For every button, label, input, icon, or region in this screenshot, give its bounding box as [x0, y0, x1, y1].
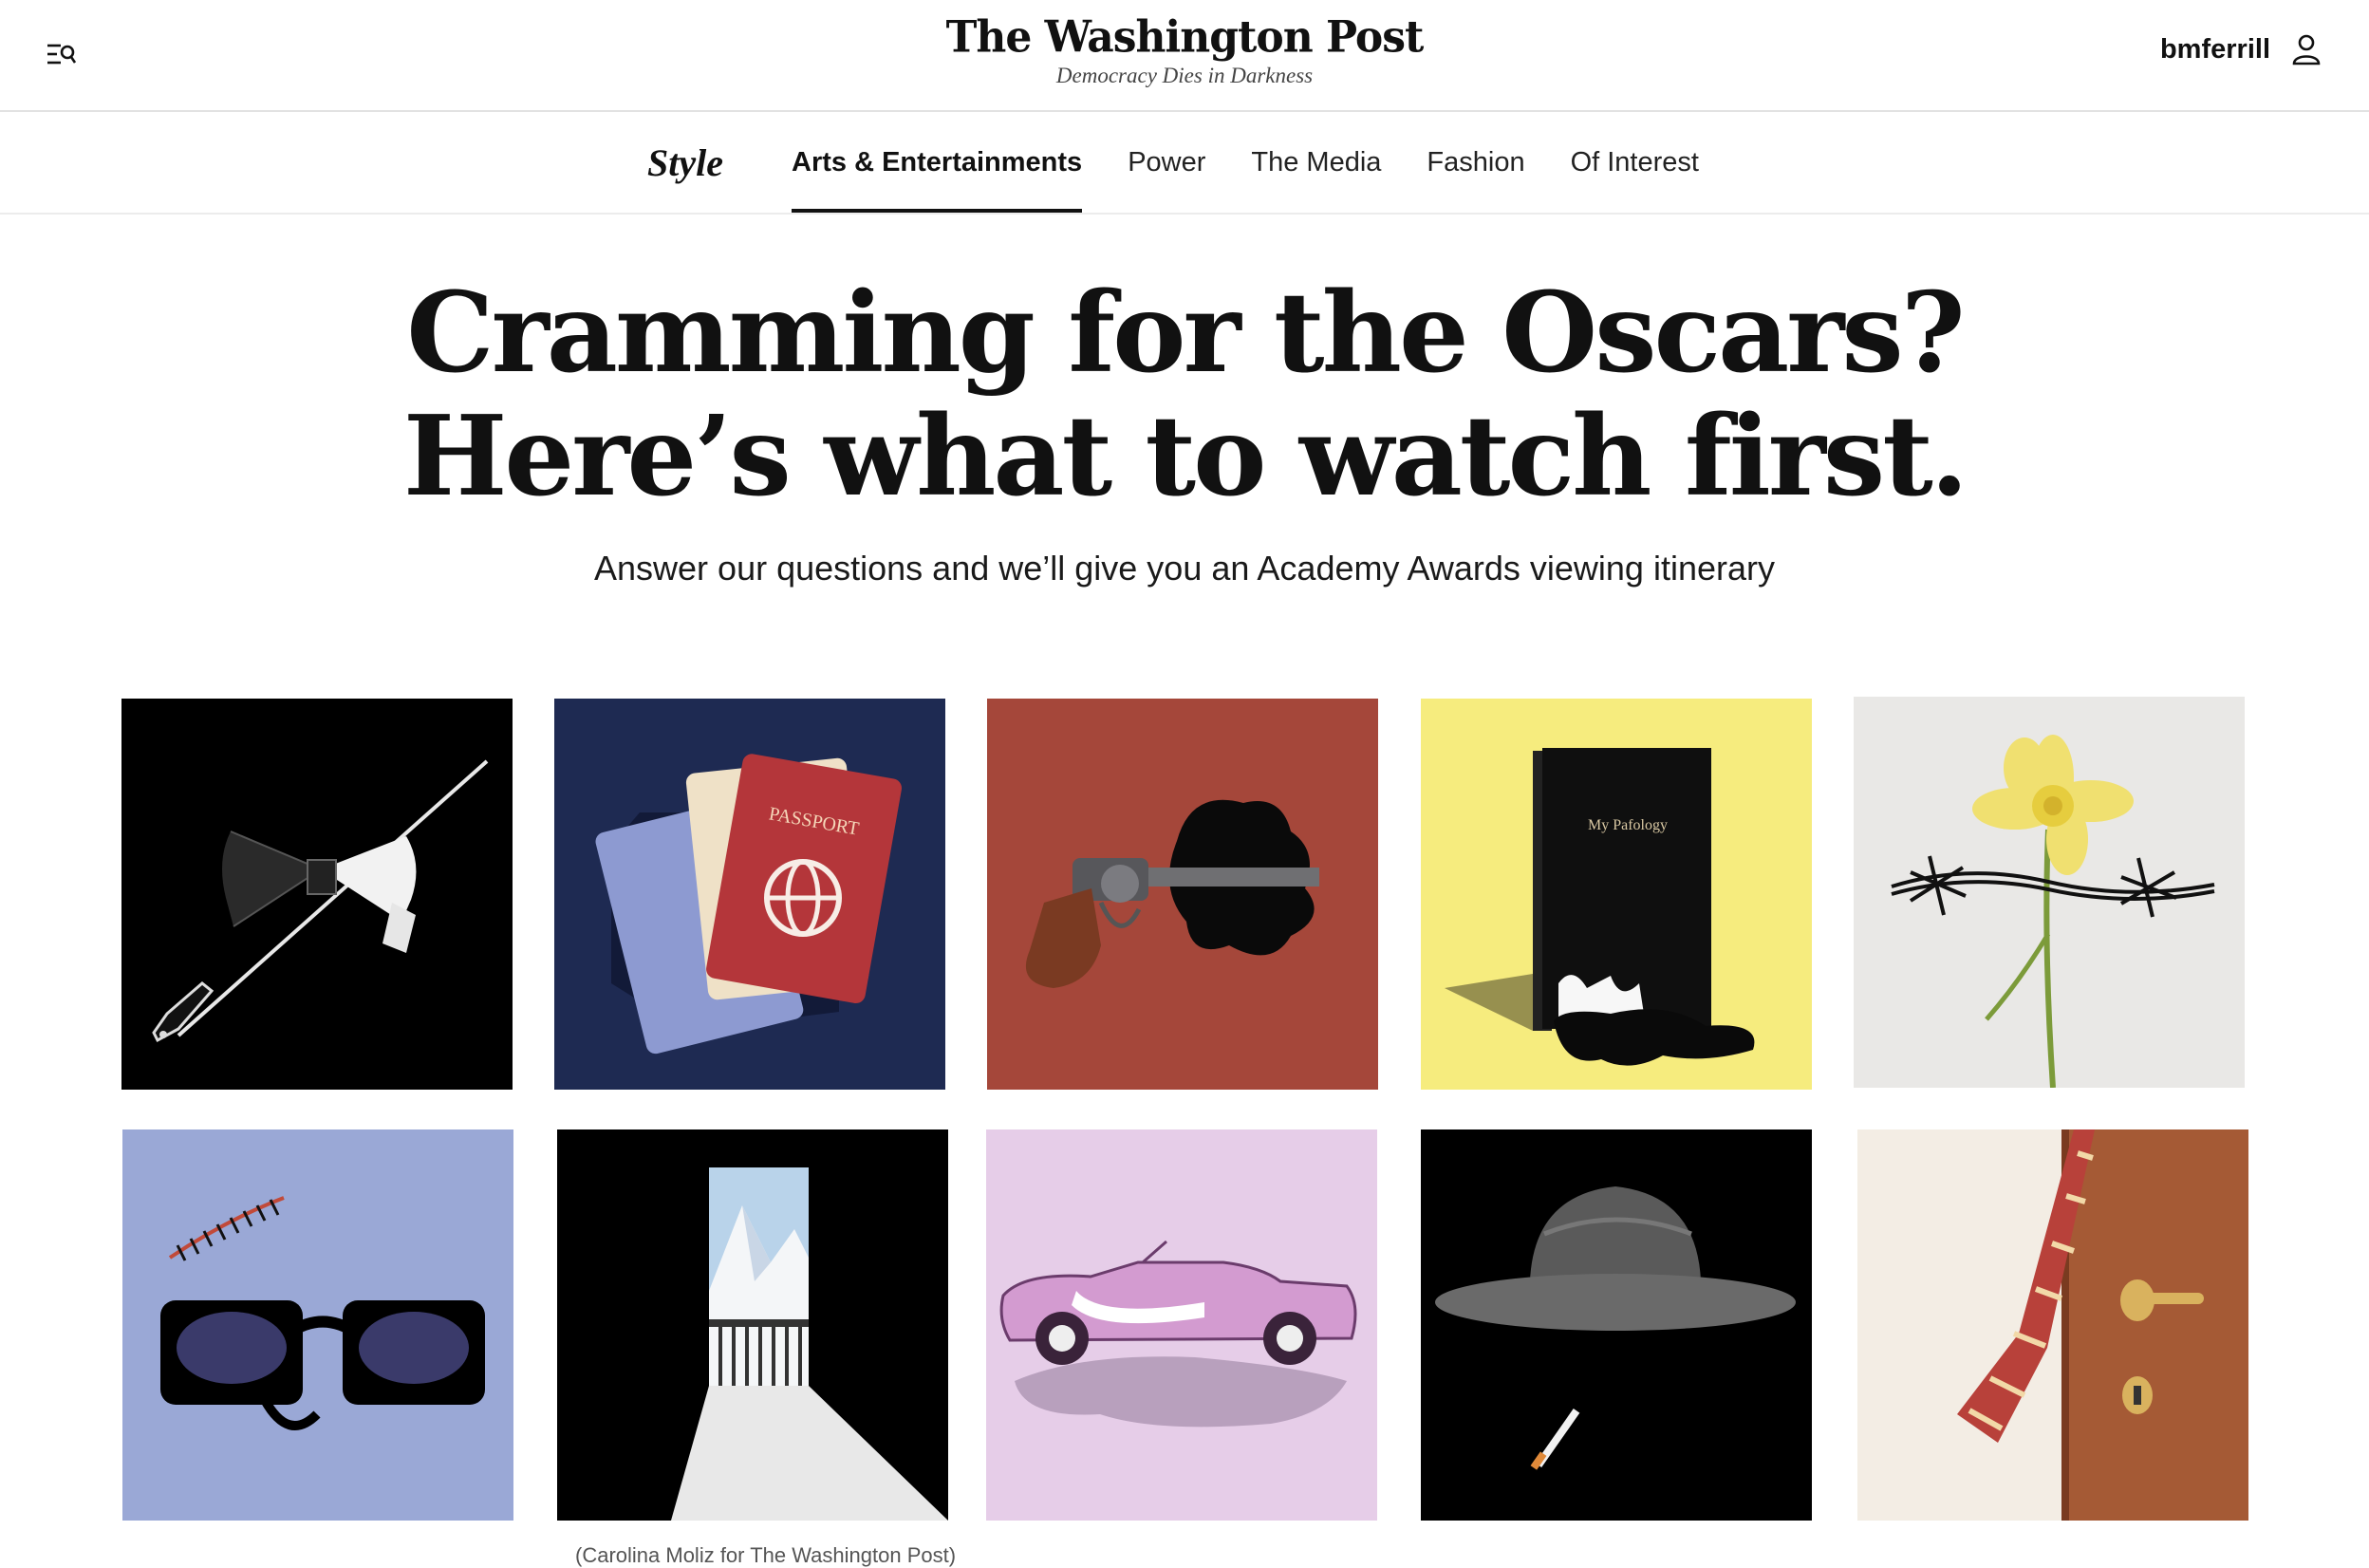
passports-tile[interactable]: PASSPORT [554, 699, 945, 1090]
book-tile[interactable]: My Pafology [1421, 699, 1812, 1090]
nav-item-of-interest[interactable]: Of Interest [1548, 112, 1722, 213]
user-account-button[interactable]: bmferrill [2160, 32, 2322, 66]
section-logo-style[interactable]: Style [647, 140, 723, 185]
bow-tie-baton-tile[interactable] [121, 699, 513, 1090]
image-caption: (Carolina Moliz for The Washington Post) [575, 1543, 957, 1567]
nav-item-power[interactable]: Power [1105, 112, 1228, 213]
masthead-title[interactable]: The Washington Post [946, 12, 1425, 64]
nav-item-fashion[interactable]: Fashion [1404, 112, 1547, 213]
daffodil-barbed-wire-tile[interactable] [1854, 697, 2245, 1088]
article-dek: Answer our questions and we’ll give you … [594, 549, 1775, 588]
nav-item-arts-entertainments[interactable]: Arts & Entertainments [769, 112, 1105, 213]
masthead[interactable]: The Washington Post Democracy Dies in Da… [0, 12, 2369, 88]
nav-item-the-media[interactable]: The Media [1228, 112, 1404, 213]
book-icon: My Pafology [1533, 748, 1711, 1031]
headline-line-1: Cramming for the Oscars? [406, 269, 1965, 398]
pink-car-tile[interactable] [986, 1129, 1377, 1521]
username[interactable]: bmferrill [2160, 34, 2270, 65]
headline-line-2: Here’s what to watch first. [402, 392, 1968, 521]
door-tie-tile[interactable] [1857, 1129, 2248, 1521]
user-icon[interactable] [2291, 32, 2322, 66]
section-nav: Style Arts & Entertainments Power The Me… [0, 112, 2369, 215]
top-header: The Washington Post Democracy Dies in Da… [0, 0, 2369, 112]
door-icon [2061, 1129, 2248, 1521]
revolver-tile[interactable] [987, 699, 1378, 1090]
book-title: My Pafology [1588, 817, 1668, 833]
hat-cigarette-tile[interactable] [1421, 1129, 1812, 1521]
sunglasses-tile[interactable] [122, 1129, 513, 1521]
masthead-tagline: Democracy Dies in Darkness [1055, 64, 1314, 87]
article-headline: Cramming for the Oscars? Here’s what to … [0, 271, 2369, 518]
doorway-mountains-tile[interactable] [557, 1129, 948, 1521]
